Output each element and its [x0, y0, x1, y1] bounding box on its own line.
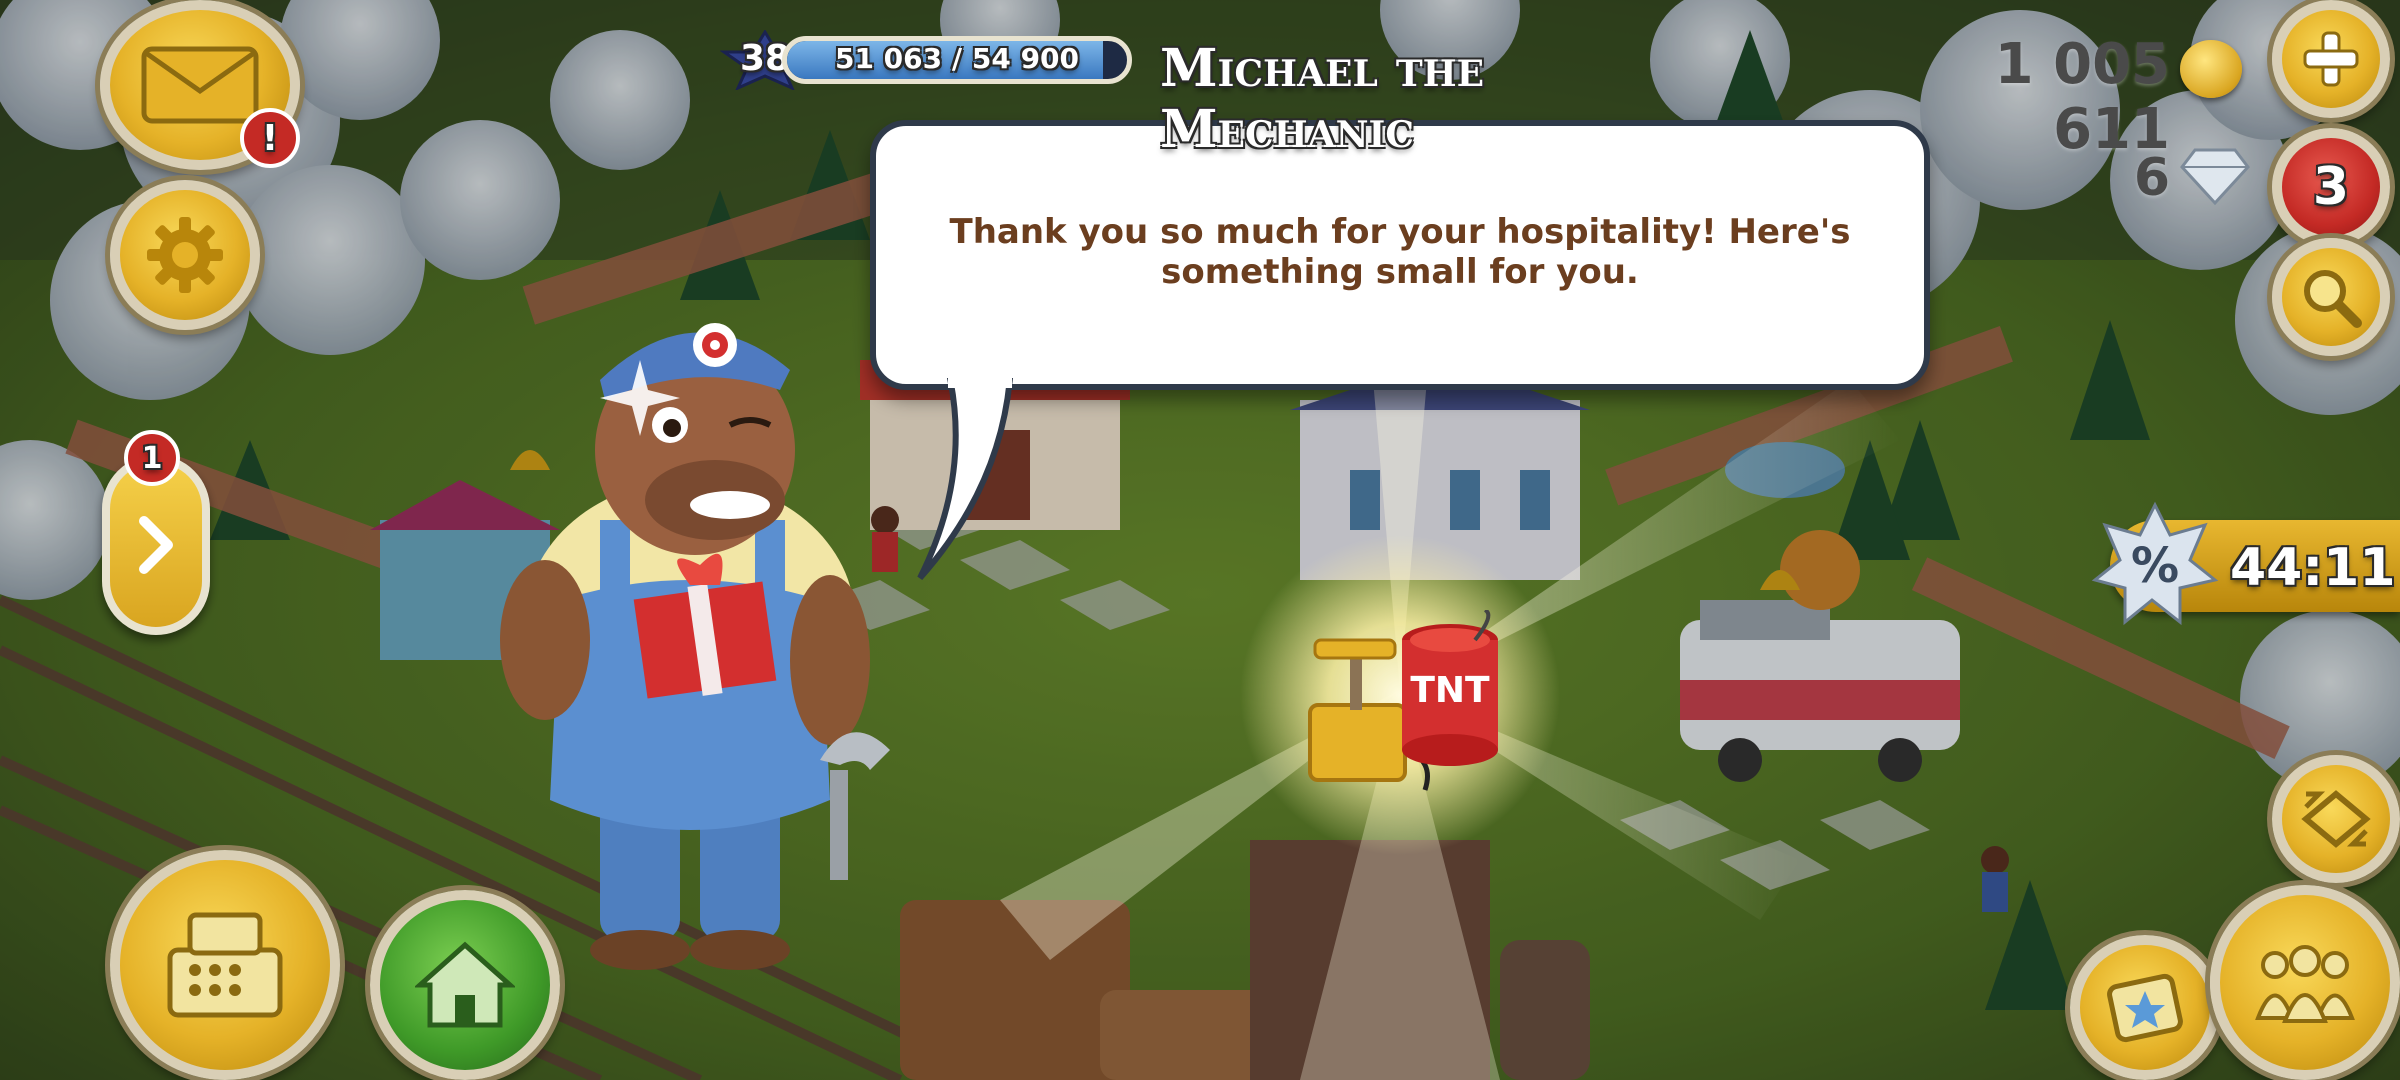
- add-coins-button[interactable]: [2272, 0, 2390, 118]
- mail-alert-text: !: [261, 117, 279, 159]
- plus-icon: [2303, 31, 2359, 87]
- tnt-label: TNT: [1410, 670, 1490, 711]
- xp-bar-container[interactable]: 38 51 063 / 54 900: [720, 30, 1140, 90]
- chevron-right-icon: [139, 516, 173, 574]
- friends-button[interactable]: [2210, 885, 2400, 1080]
- dialog-message: Thank you so much for your hospitality! …: [949, 212, 1851, 292]
- shop-button[interactable]: [110, 850, 340, 1080]
- cash-register-icon: [167, 912, 283, 1018]
- speech-bubble-tail: [917, 378, 1014, 580]
- timer-text: 44:11: [2230, 538, 2396, 598]
- expand-icon: [2301, 790, 2371, 848]
- side-panel-badge: 1: [124, 430, 180, 486]
- house-icon: [415, 941, 515, 1028]
- search-button[interactable]: [2272, 238, 2390, 356]
- mail-alert-badge: !: [240, 108, 300, 168]
- mechanic-character: [500, 323, 890, 970]
- mail-icon: [141, 46, 259, 124]
- svg-text:%: %: [2131, 538, 2179, 594]
- side-panel-count: 1: [141, 440, 163, 476]
- xp-text: 51 063 / 54 900: [834, 42, 1080, 75]
- character-name: Michael the Mechanic: [1160, 38, 1485, 160]
- decorations-button[interactable]: [2070, 935, 2220, 1080]
- diamond-shop-badge[interactable]: 3: [2272, 128, 2390, 246]
- discount-percent-icon: %: [2091, 501, 2219, 626]
- star-card-icon: [2107, 973, 2183, 1042]
- reward-item[interactable]: TNT: [1300, 608, 1510, 800]
- coin-icon: [2180, 40, 2242, 98]
- home-button[interactable]: [370, 890, 560, 1080]
- diamond-count: 6: [2133, 148, 2170, 208]
- magnifier-icon: [2304, 270, 2362, 328]
- friends-icon: [2255, 944, 2355, 1023]
- magnifier-count-badge: 3: [2312, 157, 2350, 217]
- coin-count: 1 005 611: [1994, 32, 2170, 162]
- settings-button[interactable]: [110, 180, 260, 330]
- gear-icon: [147, 217, 223, 293]
- sale-timer-banner[interactable]: % 44:11: [2091, 501, 2400, 626]
- speech-bubble: Thank you so much for your hospitality! …: [870, 120, 1930, 580]
- game-scene: TNT Thank you so much for your hospitali…: [0, 0, 2400, 1080]
- diamond-icon: [2180, 148, 2250, 205]
- edit-mode-button[interactable]: [2272, 755, 2400, 883]
